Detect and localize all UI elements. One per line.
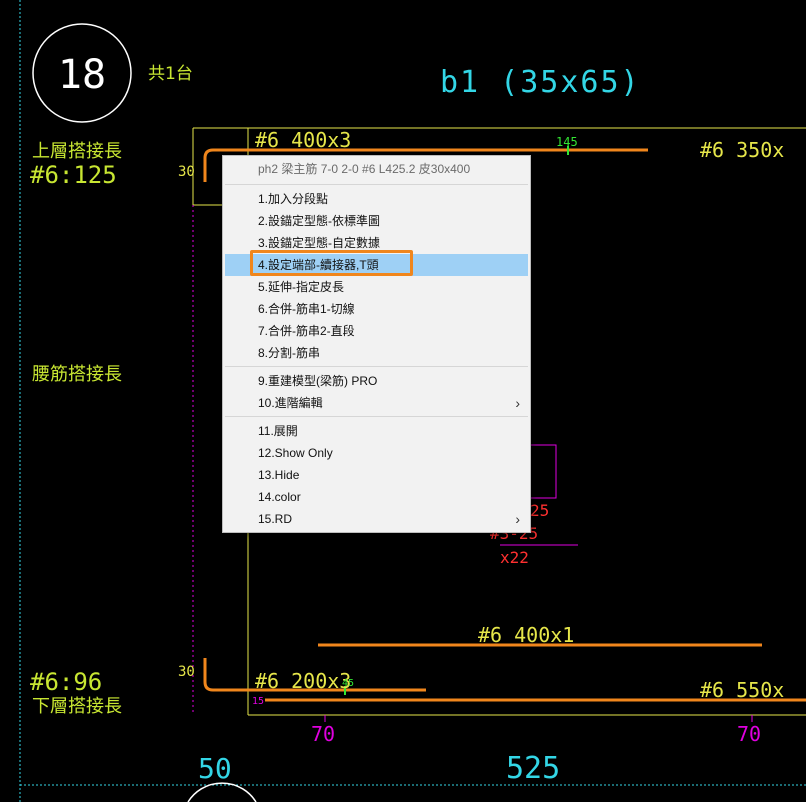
menu-item-label: 8.分割-筋串 [258, 346, 321, 360]
top-rebar-label-2: #6 350x [700, 138, 784, 162]
top-dim-145: 145 [556, 135, 578, 149]
menu-item-label: 10.進階編輯 [258, 396, 323, 410]
menu-item-label: 2.設錨定型態-依標準圖 [258, 214, 381, 228]
dim-50: 50 [198, 752, 232, 785]
menu-item-label: 12.Show Only [258, 446, 333, 460]
menu-item-label: 11.展開 [258, 424, 298, 438]
bottom-rebar-label-2: #6 550x [700, 678, 784, 702]
next-drawing-circle [187, 782, 257, 802]
menu-item-label: 15.RD [258, 512, 293, 526]
menu-item-anchor-custom[interactable]: 3.設錨定型態-自定數據 [225, 232, 528, 254]
upper-splice-label: 上層搭接長 [32, 141, 122, 162]
dim-70-right: 70 [737, 722, 761, 746]
menu-item-label: 4.設定端部-續接器,T頭 [258, 258, 379, 272]
menu-item-label: 5.延伸-指定皮長 [258, 280, 345, 294]
menu-item-expand[interactable]: 11.展開 [225, 420, 528, 442]
menu-item-hide[interactable]: 13.Hide [225, 464, 528, 486]
bottom-dim-45: 45 [342, 678, 354, 689]
lower-splice-value: #6:96 [30, 668, 102, 696]
drawing-number: 18 [58, 52, 106, 98]
menu-item-label: 3.設錨定型態-自定數據 [258, 236, 381, 250]
dim-525: 525 [506, 751, 560, 786]
menu-item-rd[interactable]: 15.RD › [225, 508, 528, 530]
waist-splice-label: 腰筋搭接長 [32, 364, 122, 385]
stirrup-text-3: x22 [500, 548, 529, 567]
menu-item-merge-straight[interactable]: 7.合併-筋串2-直段 [225, 320, 528, 342]
menu-item-extend-length[interactable]: 5.延伸-指定皮長 [225, 276, 528, 298]
menu-item-rebuild-model[interactable]: 9.重建模型(梁筋) PRO [225, 370, 528, 392]
menu-item-split-string[interactable]: 8.分割-筋串 [225, 342, 528, 364]
quantity-label: 共1台 [148, 64, 193, 84]
lower-splice-label: 下層搭接長 [32, 696, 122, 717]
menu-item-show-only[interactable]: 12.Show Only [225, 442, 528, 464]
menu-item-add-segment-point[interactable]: 1.加入分段點 [225, 188, 528, 210]
menu-item-advanced-edit[interactable]: 10.進階編輯 › [225, 392, 528, 414]
menu-item-anchor-standard[interactable]: 2.設錨定型態-依標準圖 [225, 210, 528, 232]
menu-item-label: 1.加入分段點 [258, 192, 329, 206]
beam-title: b1 (35x65) [440, 65, 641, 100]
menu-separator [225, 416, 528, 417]
menu-item-set-end-coupler[interactable]: 4.設定端部-續接器,T頭 [225, 254, 528, 276]
menu-separator [225, 366, 528, 367]
stirrup-text-1: 25 [530, 501, 549, 520]
hook-length-top: 30 [178, 164, 195, 180]
menu-item-label: 7.合併-筋串2-直段 [258, 324, 355, 338]
submenu-arrow-icon: › [515, 511, 520, 527]
submenu-arrow-icon: › [515, 395, 520, 411]
menu-separator [225, 184, 528, 185]
menu-item-label: 14.color [258, 490, 301, 504]
context-menu: ph2 梁主筋 7-0 2-0 #6 L425.2 皮30x400 1.加入分段… [222, 155, 531, 533]
upper-splice-value: #6:125 [30, 161, 117, 189]
menu-item-label: 6.合併-筋串1-切線 [258, 302, 355, 316]
context-menu-header: ph2 梁主筋 7-0 2-0 #6 L425.2 皮30x400 [258, 162, 471, 176]
dim-70-left: 70 [311, 722, 335, 746]
bottom-dim-15: 15 [252, 696, 264, 707]
top-rebar-label-1: #6 400x3 [255, 128, 351, 152]
menu-item-color[interactable]: 14.color [225, 486, 528, 508]
menu-item-merge-tangent[interactable]: 6.合併-筋串1-切線 [225, 298, 528, 320]
stirrup-bracket [530, 444, 557, 499]
bottom-rebar-label-1: #6 200x3 [255, 669, 351, 693]
menu-item-label: 9.重建模型(梁筋) PRO [258, 374, 378, 388]
hook-length-bottom: 30 [178, 664, 195, 680]
mid-rebar-label: #6 400x1 [478, 623, 574, 647]
menu-item-label: 13.Hide [258, 468, 300, 482]
